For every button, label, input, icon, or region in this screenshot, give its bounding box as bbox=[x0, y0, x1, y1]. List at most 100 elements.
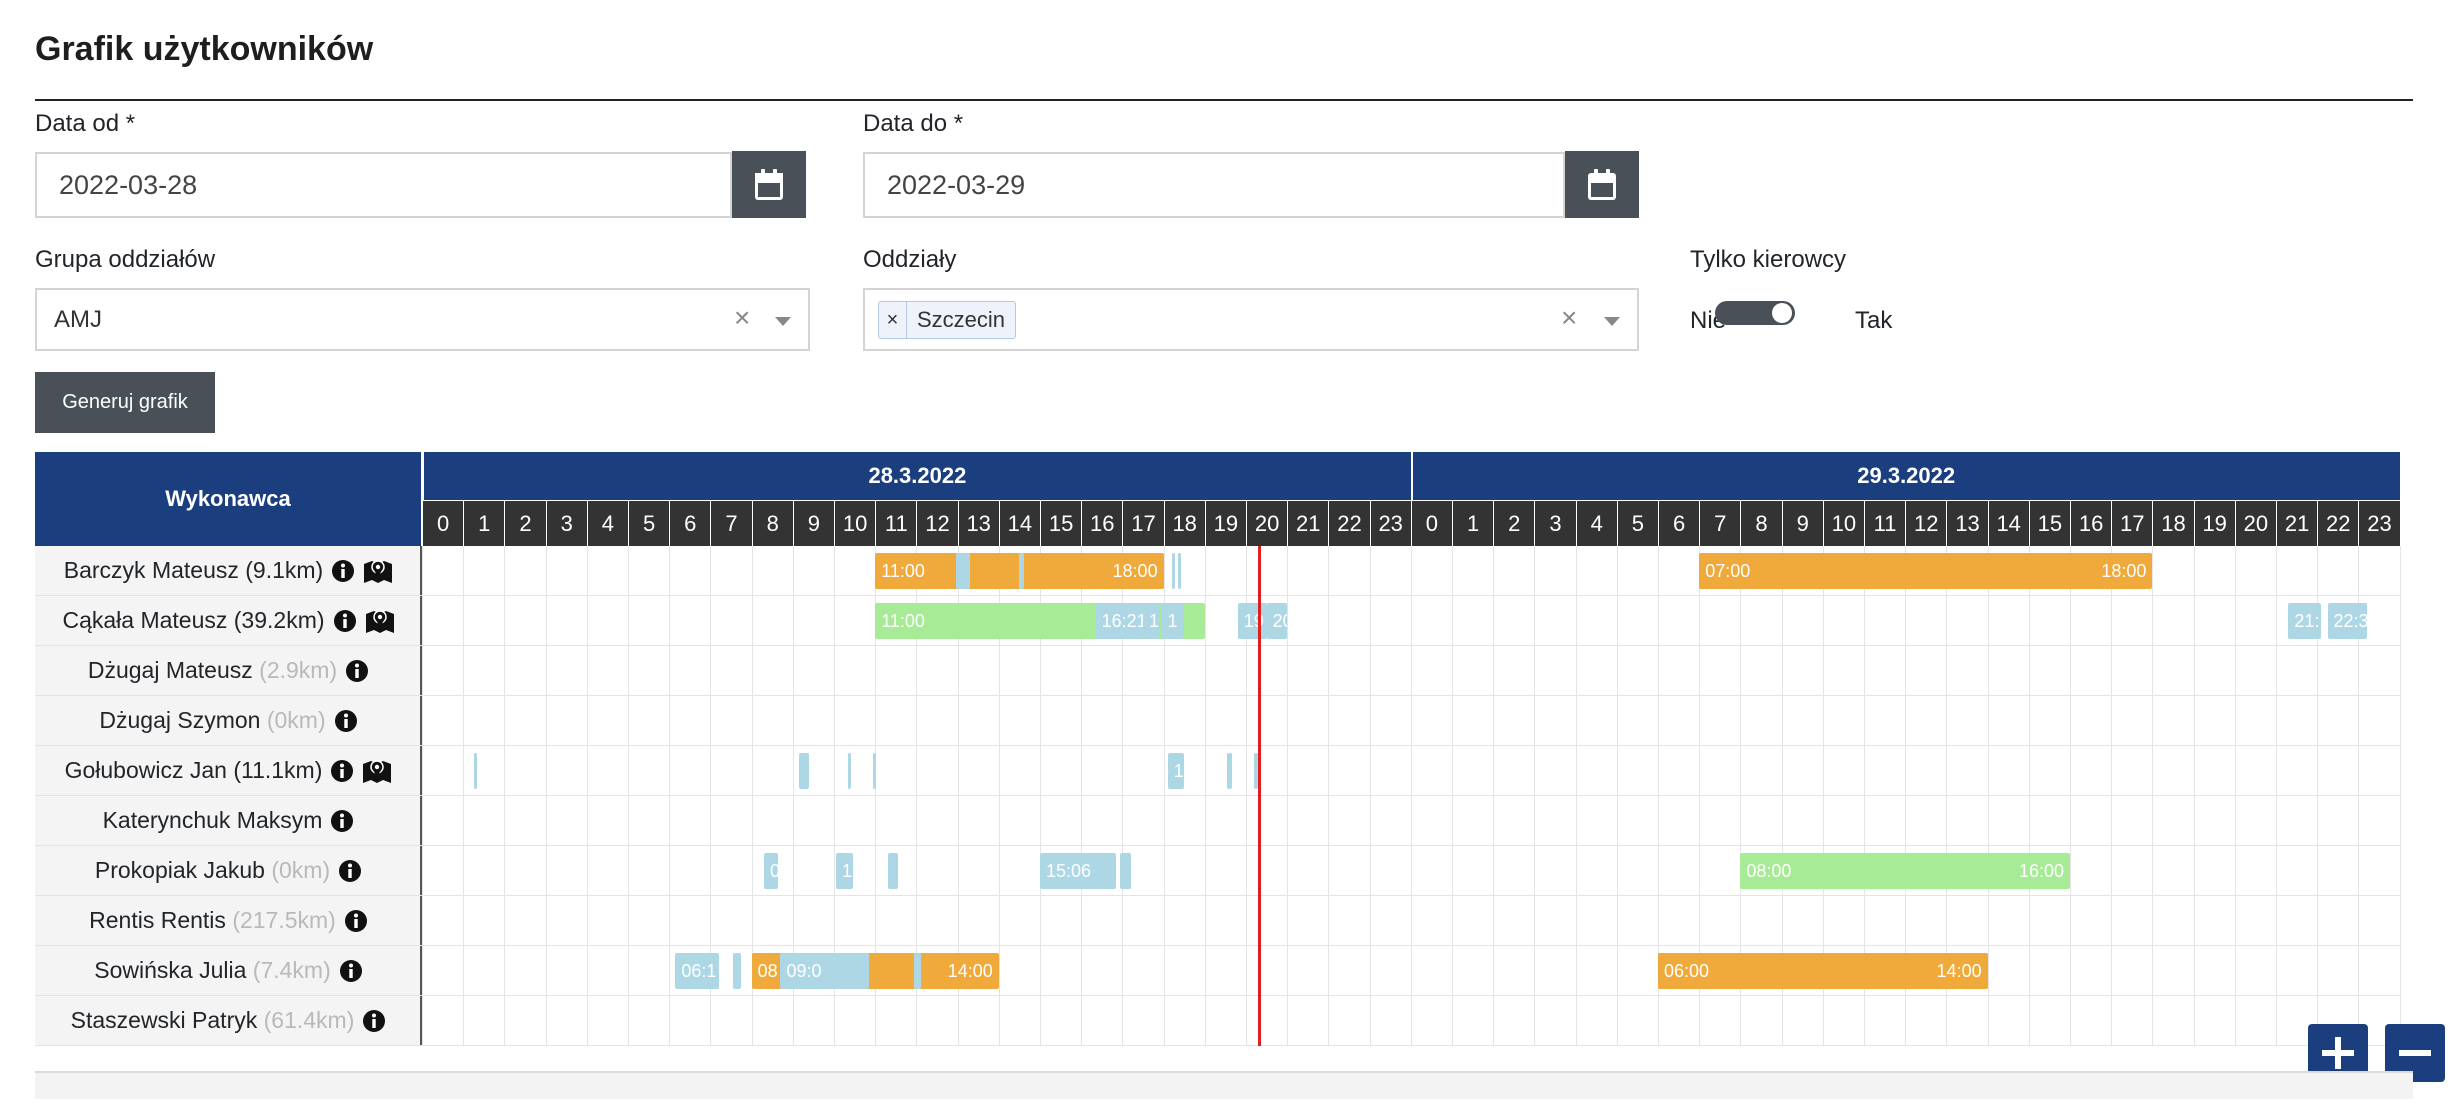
branches-clear-icon[interactable]: × bbox=[1561, 302, 1577, 334]
info-icon[interactable] bbox=[339, 959, 363, 983]
page-footer bbox=[35, 1071, 2413, 1099]
schedule-bar[interactable] bbox=[914, 953, 921, 989]
bar-start-label: 21:1 bbox=[2294, 611, 2321, 631]
hour-cell: 17 bbox=[2111, 501, 2153, 546]
hour-cell: 5 bbox=[628, 501, 670, 546]
schedule-bar[interactable]: 06:00 14:00 bbox=[1658, 953, 1988, 989]
grid-line bbox=[422, 895, 2400, 896]
info-icon[interactable] bbox=[331, 559, 355, 583]
chevron-down-icon[interactable] bbox=[1604, 317, 1620, 326]
bar-start-label: 07:00 bbox=[1705, 561, 1751, 581]
schedule-bar[interactable]: 20:3 bbox=[1266, 603, 1288, 639]
bar-start-label: 1 bbox=[1167, 611, 1178, 631]
map-marker-icon[interactable] bbox=[365, 608, 395, 634]
info-icon[interactable] bbox=[334, 709, 358, 733]
hour-cell: 2 bbox=[1493, 501, 1535, 546]
map-marker-icon[interactable] bbox=[363, 558, 393, 584]
grid-line bbox=[2193, 546, 2195, 1046]
schedule-bar[interactable]: 1 bbox=[1143, 603, 1160, 639]
schedule-bar[interactable] bbox=[955, 553, 970, 589]
info-icon[interactable] bbox=[345, 659, 369, 683]
bar-start-label: 1 bbox=[1149, 611, 1160, 631]
date-to-input[interactable]: 2022-03-29 bbox=[863, 152, 1565, 218]
branch-tag-label: Szczecin bbox=[917, 307, 1006, 332]
schedule-bar[interactable]: 1 bbox=[836, 853, 853, 889]
title-divider bbox=[35, 99, 2413, 101]
schedule-bar[interactable] bbox=[798, 753, 810, 789]
grid-line bbox=[422, 795, 2400, 796]
schedule-bar[interactable]: 08:00 16:00 bbox=[1740, 853, 2070, 889]
executor-row: Gołubowicz Jan (11.1km) bbox=[35, 746, 422, 796]
hour-cell: 21 bbox=[2276, 501, 2318, 546]
schedule-bar[interactable] bbox=[1120, 853, 1131, 889]
current-time-line bbox=[1258, 546, 1262, 1046]
day-header: 28.3.2022 bbox=[422, 452, 1411, 500]
hour-cell: 6 bbox=[669, 501, 711, 546]
hour-cell: 1 bbox=[1452, 501, 1494, 546]
branches-label: Oddziały bbox=[863, 246, 957, 273]
schedule-bar[interactable] bbox=[1178, 553, 1182, 589]
grid-line bbox=[2111, 546, 2113, 1046]
schedule-bar[interactable]: 1 bbox=[1161, 603, 1185, 639]
date-from-calendar-button[interactable] bbox=[732, 151, 806, 218]
info-icon[interactable] bbox=[330, 809, 354, 833]
bar-start-label: 0 bbox=[769, 861, 779, 881]
executor-name: Staszewski Patryk (61.4km) bbox=[70, 1007, 355, 1033]
grid-line bbox=[1204, 546, 1206, 1046]
schedule-bar[interactable] bbox=[733, 953, 742, 989]
grid-line bbox=[1452, 546, 1453, 1046]
hour-cell: 3 bbox=[1534, 501, 1576, 546]
map-marker-icon[interactable] bbox=[362, 758, 392, 784]
generate-schedule-button[interactable]: Generuj grafik bbox=[35, 372, 215, 433]
drivers-only-toggle[interactable] bbox=[1715, 301, 1795, 325]
info-icon[interactable] bbox=[338, 859, 362, 883]
calendar-icon bbox=[755, 168, 783, 200]
schedule-bar[interactable] bbox=[1019, 553, 1024, 589]
branches-select[interactable]: × Szczecin × bbox=[863, 288, 1639, 351]
schedule-bar[interactable] bbox=[1227, 753, 1232, 789]
schedule-bar[interactable]: 19 bbox=[1237, 603, 1267, 639]
schedule-bar[interactable] bbox=[873, 753, 877, 789]
hour-cell: 10 bbox=[834, 501, 876, 546]
grid-line bbox=[422, 645, 2400, 646]
schedule-bar[interactable]: 21:1 bbox=[2288, 603, 2322, 639]
group-select[interactable]: AMJ × bbox=[35, 288, 810, 351]
info-icon[interactable] bbox=[344, 909, 368, 933]
schedule-bar[interactable]: 06:1 bbox=[675, 953, 719, 989]
executor-row: Sowińska Julia (7.4km) bbox=[35, 946, 422, 996]
schedule-bar[interactable]: 09:0 bbox=[780, 953, 870, 989]
group-clear-icon[interactable]: × bbox=[734, 302, 750, 334]
hour-cell: 16 bbox=[1081, 501, 1123, 546]
date-to-calendar-button[interactable] bbox=[1565, 151, 1639, 218]
schedule-bar[interactable] bbox=[848, 753, 852, 789]
hour-cell: 19 bbox=[1204, 501, 1246, 546]
schedule-bar[interactable]: 07:00 18:00 bbox=[1699, 553, 2153, 589]
bar-start-label: 06:00 bbox=[1664, 961, 1710, 981]
schedule-bar[interactable]: 22:3 bbox=[2327, 603, 2367, 639]
info-icon[interactable] bbox=[333, 609, 357, 633]
hour-cell: 18 bbox=[2152, 501, 2194, 546]
schedule-bar[interactable] bbox=[1171, 553, 1175, 589]
tag-remove-icon[interactable]: × bbox=[879, 302, 907, 338]
executor-distance: (7.4km) bbox=[252, 957, 331, 983]
schedule-bar[interactable]: 15:06 bbox=[1040, 853, 1117, 889]
schedule-bar[interactable] bbox=[887, 853, 898, 889]
schedule-bar[interactable]: 0 bbox=[763, 853, 779, 889]
info-icon[interactable] bbox=[362, 1009, 386, 1033]
schedule-bar[interactable] bbox=[473, 753, 477, 789]
date-from-input[interactable]: 2022-03-28 bbox=[35, 152, 732, 218]
toggle-knob bbox=[1772, 303, 1792, 323]
grid-line bbox=[504, 546, 506, 1046]
hour-cell: 14 bbox=[998, 501, 1040, 546]
info-icon[interactable] bbox=[330, 759, 354, 783]
bar-end-label: 14:00 bbox=[947, 961, 993, 981]
executor-name: Cąkała Mateusz (39.2km) bbox=[62, 607, 325, 633]
schedule-bar[interactable]: 1 bbox=[1167, 753, 1185, 789]
grid-line bbox=[422, 595, 2400, 596]
grid-line bbox=[1616, 546, 1618, 1046]
hour-cell: 12 bbox=[1905, 501, 1947, 546]
executor-name: Dżugaj Szymon (0km) bbox=[99, 707, 326, 733]
hour-cell: 23 bbox=[2358, 501, 2400, 546]
chevron-down-icon[interactable] bbox=[775, 317, 791, 326]
schedule-bar[interactable]: 16:21 bbox=[1095, 603, 1143, 639]
